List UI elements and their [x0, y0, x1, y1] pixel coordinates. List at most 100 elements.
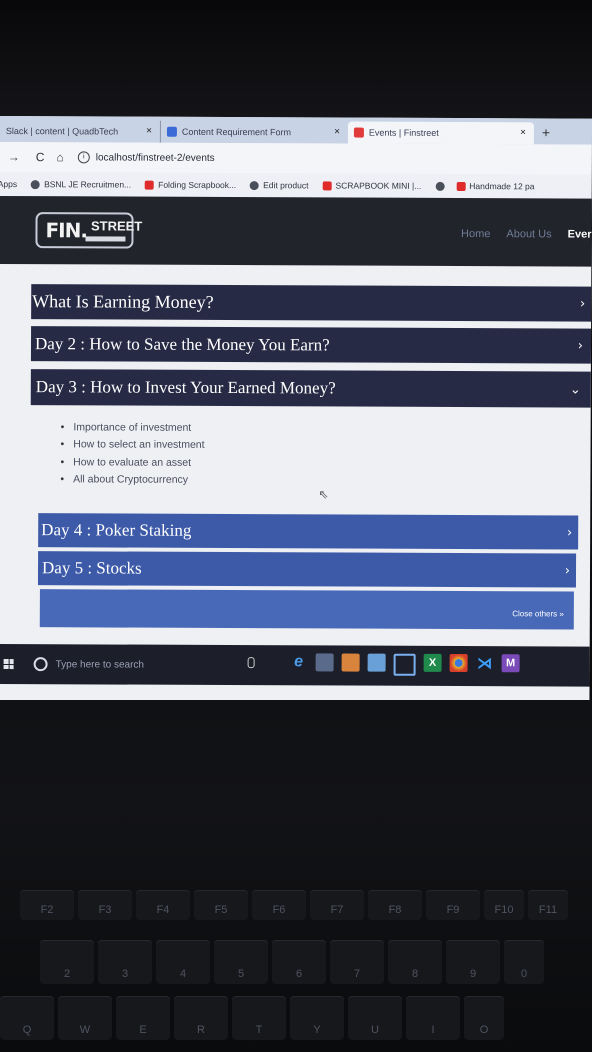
finstreet-logo[interactable]: FIN. STREET	[35, 212, 142, 249]
key-f3: F3	[78, 890, 132, 920]
bookmark-globe[interactable]	[435, 181, 448, 191]
app-window-icon[interactable]	[393, 653, 416, 676]
microphone-icon[interactable]	[247, 657, 255, 669]
photos-icon[interactable]	[367, 653, 386, 672]
app-m-icon[interactable]: M	[501, 654, 520, 673]
key-7: 7	[330, 940, 384, 984]
back-button[interactable]: →	[8, 150, 20, 164]
key-f6: F6	[252, 890, 306, 920]
key-u: U	[348, 996, 402, 1040]
list-item: How to evaluate an asset	[60, 453, 204, 471]
letter-key-row: Q W E R T Y U I O	[0, 996, 592, 1040]
tab-title: Events | Finstreet	[368, 127, 439, 138]
key-t: T	[232, 996, 286, 1040]
chevron-down-icon: ⌄	[569, 381, 581, 398]
accordion-day-2[interactable]: Day 2 : How to Save the Money You Earn? …	[30, 326, 592, 364]
taskbar-search[interactable]: Type here to search	[33, 651, 284, 678]
close-others-link[interactable]: Close others »	[512, 609, 564, 618]
bookmark-handmade[interactable]: Handmade 12 pa	[456, 181, 535, 192]
bookmark-apps[interactable]: Apps	[0, 179, 17, 189]
accordion-day-3[interactable]: Day 3 : How to Invest Your Earned Money?…	[30, 369, 591, 408]
globe-icon	[435, 181, 445, 191]
key-e: E	[116, 996, 170, 1040]
day-3-topic-list: Importance of investment How to select a…	[60, 418, 205, 489]
accordion-footer-bar: Close others »	[39, 589, 574, 630]
key-w: W	[58, 996, 112, 1040]
tab-events[interactable]: Events | Finstreet ×	[347, 121, 534, 145]
list-item: How to select an investment	[61, 436, 205, 454]
key-f5: F5	[194, 890, 248, 920]
key-5: 5	[214, 940, 268, 984]
bookmark-label: Handmade 12 pa	[469, 181, 535, 192]
logo-fin-text: FIN.	[45, 218, 88, 243]
list-item: Importance of investment	[61, 418, 205, 436]
new-tab-button[interactable]: +	[542, 124, 550, 140]
browser-screen: Slack | content | QuadbTech × Content Re…	[0, 116, 592, 703]
store-icon[interactable]	[341, 653, 360, 672]
youtube-icon	[322, 180, 332, 190]
accordion-title: What Is Earning Money?	[32, 291, 214, 312]
tab-close-icon[interactable]: ×	[146, 126, 152, 137]
tab-slack[interactable]: Slack | content | QuadbTech ×	[0, 119, 160, 143]
nav-home[interactable]: Home	[461, 228, 490, 240]
bookmark-label: SCRAPBOOK MINI |...	[335, 180, 422, 191]
key-f2: F2	[20, 890, 74, 920]
search-placeholder: Type here to search	[55, 658, 145, 671]
key-3: 3	[98, 940, 152, 984]
logo-pen-graphic	[85, 236, 126, 242]
globe-icon	[31, 179, 41, 189]
bookmark-bsnl[interactable]: BSNL JE Recruitmen...	[31, 179, 131, 190]
accordion-title: Day 2 : How to Save the Money You Earn?	[34, 333, 330, 354]
tab-title: Slack | content | QuadbTech	[5, 126, 119, 137]
bookmark-label: Apps	[0, 178, 18, 190]
key-y: Y	[290, 996, 344, 1040]
accordion-title: Day 5 : Stocks	[41, 558, 142, 578]
address-bar: → C ⌂ i localhost/finstreet-2/events	[0, 141, 592, 175]
youtube-icon	[145, 180, 155, 190]
key-f7: F7	[310, 890, 364, 920]
url-field[interactable]: i localhost/finstreet-2/events	[77, 151, 215, 164]
chevron-right-icon: ›	[577, 338, 584, 354]
key-f11: F11	[528, 890, 568, 920]
logo-street-text: STREET	[90, 217, 143, 234]
reload-button[interactable]: C	[36, 150, 45, 164]
tab-close-icon[interactable]: ×	[520, 127, 526, 138]
tab-close-icon[interactable]: ×	[334, 126, 340, 137]
key-f10: F10	[484, 890, 524, 920]
nav-about-us[interactable]: About Us	[506, 228, 551, 240]
youtube-icon	[456, 181, 466, 191]
key-2: 2	[40, 940, 94, 984]
taskbar-apps: e X ⋊ M	[290, 653, 520, 676]
key-4: 4	[156, 940, 210, 984]
key-i: I	[406, 996, 460, 1040]
tab-strip: Slack | content | QuadbTech × Content Re…	[0, 116, 592, 145]
excel-icon[interactable]: X	[423, 653, 442, 672]
file-explorer-icon[interactable]	[315, 653, 334, 672]
cortana-icon	[33, 657, 48, 672]
edge-icon[interactable]: e	[290, 653, 308, 671]
accordion-earning-money[interactable]: What Is Earning Money? ›	[31, 284, 592, 322]
function-key-row: F2 F3 F4 F5 F6 F7 F8 F9 F10 F11	[20, 890, 592, 920]
key-6: 6	[272, 940, 326, 984]
accordion-day-4[interactable]: Day 4 : Poker Staking ›	[38, 513, 579, 550]
tab-title: Content Requirement Form	[181, 126, 292, 138]
windows-start-icon[interactable]	[3, 659, 14, 670]
bookmark-folding-scrapbook[interactable]: Folding Scrapbook...	[145, 180, 236, 190]
home-button[interactable]: ⌂	[56, 150, 63, 164]
events-icon	[353, 127, 364, 138]
nav-events[interactable]: Ever	[568, 228, 592, 240]
mouse-cursor-icon: ⇖	[318, 487, 329, 502]
tab-content-form[interactable]: Content Requirement Form ×	[159, 120, 348, 144]
accordion-day-5[interactable]: Day 5 : Stocks ›	[37, 551, 577, 588]
vscode-icon[interactable]: ⋊	[476, 654, 494, 672]
chrome-icon[interactable]	[449, 653, 468, 673]
bookmark-edit-product[interactable]: Edit product	[250, 180, 309, 190]
chevron-right-icon: ›	[579, 296, 586, 312]
accordion-title: Day 4 : Poker Staking	[41, 520, 192, 540]
globe-icon	[250, 180, 260, 190]
key-f4: F4	[136, 890, 190, 920]
bookmark-scrapbook-mini[interactable]: SCRAPBOOK MINI |...	[322, 180, 422, 191]
key-8: 8	[388, 940, 442, 984]
info-icon[interactable]: i	[77, 151, 90, 164]
chevron-right-icon: ›	[564, 562, 571, 578]
